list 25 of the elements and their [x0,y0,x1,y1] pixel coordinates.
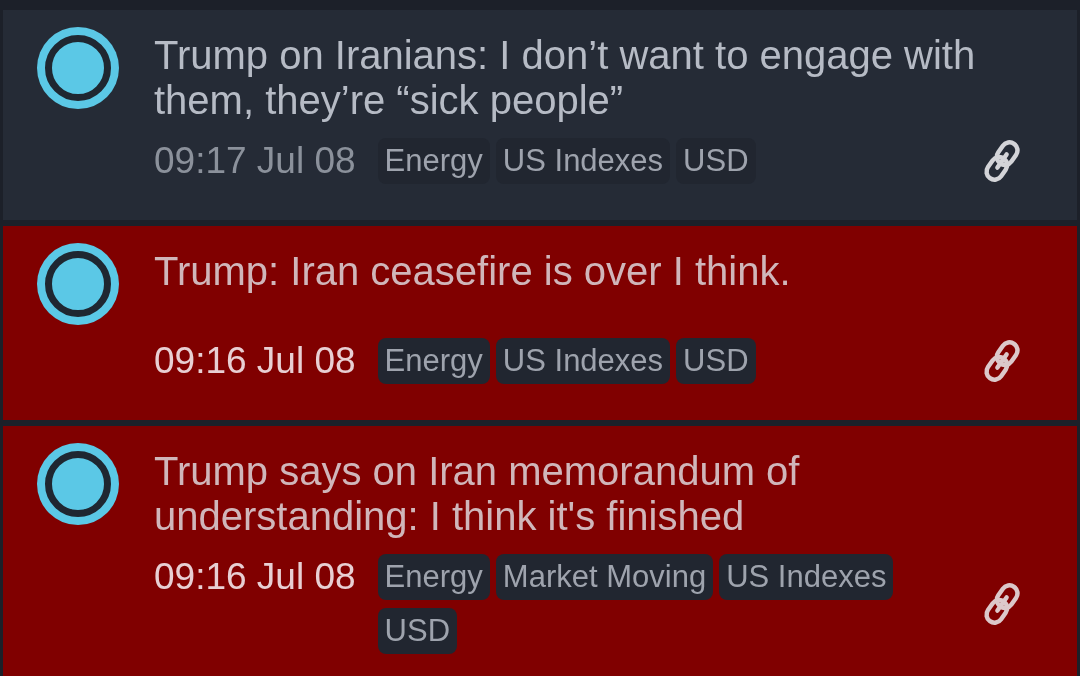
circle-icon [37,443,119,525]
circle-icon [37,243,119,325]
news-card[interactable]: Trump says on Iran memorandum of understanding: I think it's finished 09:16 Jul 08 Energy Market Moving US Indexes USD [3,426,1077,676]
category-tag: US Indexes [719,554,894,600]
category-tag: USD [676,138,756,184]
category-tag: USD [377,608,458,654]
category-tag: Energy [377,338,490,384]
category-tag: USD [676,338,756,384]
category-tag: Energy [377,554,490,600]
category-tag: Energy [377,138,490,184]
headline-text: Trump: Iran ceasefire is over I think. [154,249,791,293]
link-icon[interactable] [983,338,1021,384]
link-icon[interactable] [983,581,1021,627]
category-tag: Market Moving [495,554,714,600]
news-card[interactable]: Trump on Iranians: I don’t want to engage with them, they’re “sick people” 09:17 Jul 08 Energy US Indexes USD [3,10,1077,220]
link-icon[interactable] [983,138,1021,184]
circle-icon [37,27,119,109]
headline-text: Trump says on Iran memorandum of understanding: I think it's finished [154,449,800,538]
timestamp: 09:17 Jul 08 [154,139,356,183]
category-tag: US Indexes [495,138,671,184]
timestamp: 09:16 Jul 08 [154,555,356,599]
timestamp: 09:16 Jul 08 [154,339,356,383]
headline-text: Trump on Iranians: I don’t want to engage with them, they’re “sick people” [154,33,976,122]
news-card[interactable]: Trump: Iran ceasefire is over I think. 09:16 Jul 08 Energy US Indexes USD [3,226,1077,420]
category-tag: US Indexes [495,338,671,384]
